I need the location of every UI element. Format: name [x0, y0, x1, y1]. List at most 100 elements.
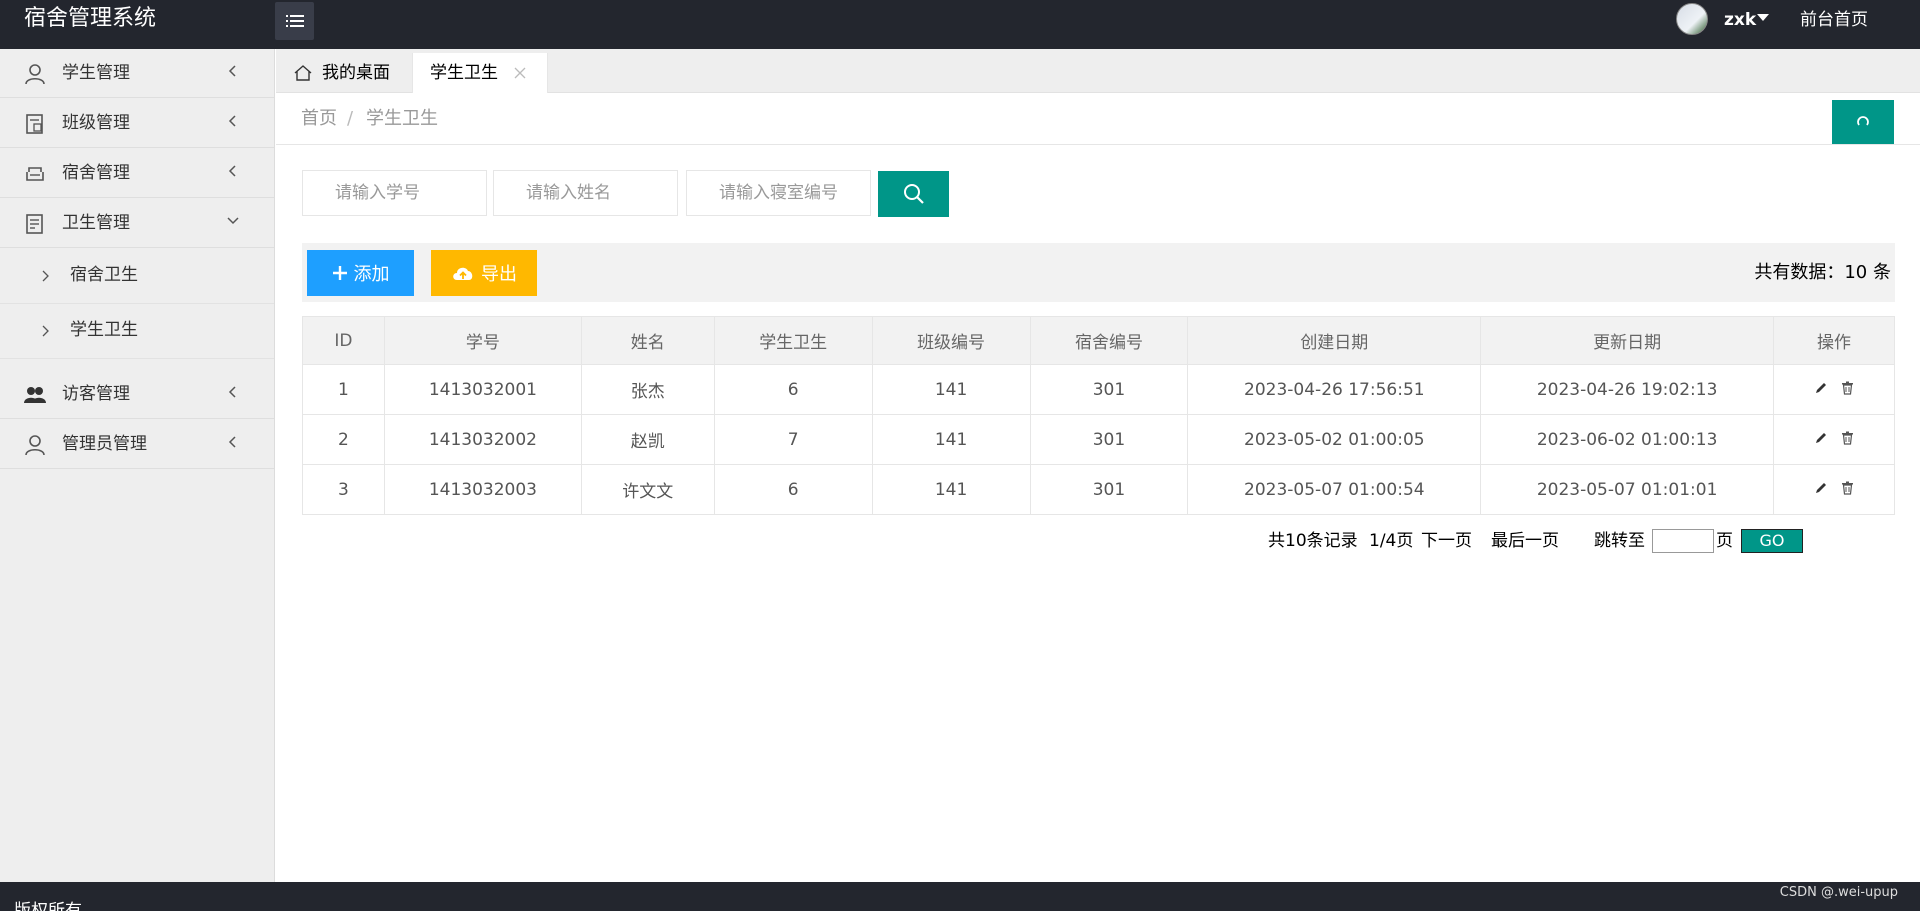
sidebar-subitem-label: 学生卫生 [70, 320, 138, 340]
table-cell: 141 [871, 414, 1031, 465]
caret-down-icon[interactable] [1757, 14, 1769, 21]
column-header: ID [302, 316, 385, 365]
trash-icon[interactable] [1841, 430, 1854, 450]
sidebar-item-class[interactable]: 班级管理 [0, 99, 274, 148]
name-search-input[interactable] [493, 170, 678, 216]
app-title: 宿舍管理系统 [24, 6, 157, 31]
column-header: 班级编号 [871, 316, 1031, 365]
table-cell: 6 [713, 364, 873, 415]
sidebar-subitem-student-hygiene[interactable]: 学生卫生 [0, 304, 274, 359]
table-cell: 张杰 [580, 364, 715, 415]
room-search-input[interactable] [686, 170, 871, 216]
pagination-last-link[interactable]: 最后一页 [1491, 526, 1559, 556]
table-cell: 7 [713, 414, 873, 465]
sofa-icon [26, 167, 44, 181]
edit-icon[interactable] [1814, 380, 1828, 400]
pagination-jump-label: 跳转至 [1594, 531, 1645, 551]
search-button[interactable] [878, 171, 949, 217]
home-icon [294, 65, 312, 81]
chevron-right-icon [42, 270, 49, 282]
table-cell: 2023-05-07 01:00:54 [1187, 464, 1482, 515]
table-cell: 2023-05-07 01:01:01 [1480, 464, 1775, 515]
export-button[interactable]: 导出 [431, 250, 537, 296]
sidebar: 学生管理 班级管理 宿舍管理 卫生管理 宿舍卫生 学生卫生 访客管理 管理员管理 [0, 49, 275, 882]
row-actions [1773, 414, 1895, 465]
sidebar-item-hygiene[interactable]: 卫生管理 [0, 199, 274, 248]
sidebar-item-label: 宿舍管理 [62, 163, 130, 183]
watermark-credit: CSDN @.wei-upup [1779, 885, 1898, 900]
top-header: 宿舍管理系统 zxk 前台首页 [0, 0, 1920, 49]
table-header-row: ID 学号 姓名 学生卫生 班级编号 宿舍编号 创建日期 更新日期 操作 [302, 316, 1895, 365]
add-button-label: 添加 [353, 264, 390, 285]
pagination-page-unit: 页 [1716, 531, 1733, 551]
table-cell: 3 [302, 464, 385, 515]
tab-label: 我的桌面 [322, 63, 390, 83]
sidebar-item-dorm[interactable]: 宿舍管理 [0, 149, 274, 198]
class-icon [26, 114, 43, 134]
student-id-search-input[interactable] [302, 170, 487, 216]
table-cell: 1 [302, 364, 385, 415]
tab-bar: 我的桌面 学生卫生 [276, 49, 1920, 93]
front-page-link[interactable]: 前台首页 [1800, 0, 1868, 40]
table-cell: 2023-04-26 17:56:51 [1187, 364, 1482, 415]
go-button[interactable]: GO [1741, 529, 1803, 553]
total-count: 共有数据：10 条 [1754, 262, 1891, 283]
pagination-next-link[interactable]: 下一页 [1421, 526, 1472, 556]
pagination-total: 共10条记录 [1268, 531, 1358, 551]
user-icon [25, 64, 45, 85]
breadcrumb-separator: / [347, 108, 354, 129]
row-actions [1773, 364, 1895, 415]
sidebar-item-visitor[interactable]: 访客管理 [0, 370, 274, 419]
table-cell: 2023-06-02 01:00:13 [1480, 414, 1775, 465]
chevron-left-icon [228, 115, 236, 127]
chevron-right-icon [42, 325, 49, 337]
table-cell: 301 [1029, 414, 1189, 465]
close-icon[interactable] [513, 66, 527, 80]
breadcrumb-current: 学生卫生 [366, 108, 438, 129]
refresh-icon [1857, 116, 1869, 126]
menu-icon [285, 15, 304, 27]
sidebar-item-label: 管理员管理 [62, 434, 147, 454]
table-cell: 6 [713, 464, 873, 515]
chevron-left-icon [228, 386, 236, 398]
column-header: 学号 [383, 316, 582, 365]
refresh-button[interactable] [1832, 100, 1894, 144]
chevron-left-icon [228, 65, 236, 77]
export-button-label: 导出 [481, 264, 517, 285]
table-row: 2 1413032002 赵凯 7 141 301 2023-05-02 01:… [302, 414, 1895, 465]
copyright-text: 版权所有 [14, 901, 82, 921]
cloud-upload-icon [453, 267, 473, 280]
plus-icon [332, 266, 347, 280]
sidebar-item-student[interactable]: 学生管理 [0, 49, 274, 98]
table-row: 1 1413032001 张杰 6 141 301 2023-04-26 17:… [302, 364, 1895, 415]
breadcrumb: 首页 / 学生卫生 [276, 94, 1920, 145]
row-actions [1773, 464, 1895, 515]
table-cell: 赵凯 [580, 414, 715, 465]
edit-icon[interactable] [1814, 430, 1828, 450]
username[interactable]: zxk [1724, 0, 1756, 40]
tab-label: 学生卫生 [430, 63, 498, 83]
edit-icon[interactable] [1814, 480, 1828, 500]
page-jump-input[interactable] [1652, 529, 1714, 553]
table-row: 3 1413032003 许文文 6 141 301 2023-05-07 01… [302, 464, 1895, 515]
trash-icon[interactable] [1841, 480, 1854, 500]
sidebar-item-admin[interactable]: 管理员管理 [0, 420, 274, 469]
chevron-down-icon [227, 217, 239, 225]
table-cell: 2 [302, 414, 385, 465]
sidebar-subitem-dorm-hygiene[interactable]: 宿舍卫生 [0, 249, 274, 304]
table-cell: 1413032003 [383, 464, 582, 515]
tab-student-hygiene[interactable]: 学生卫生 [412, 53, 548, 93]
trash-icon[interactable] [1841, 380, 1854, 400]
footer: 版权所有 CSDN @.wei-upup [0, 882, 1920, 921]
add-button[interactable]: 添加 [307, 250, 414, 296]
breadcrumb-home[interactable]: 首页 [301, 94, 337, 144]
column-header: 宿舍编号 [1029, 316, 1189, 365]
avatar[interactable] [1676, 3, 1708, 35]
table-cell: 301 [1029, 364, 1189, 415]
table-cell: 2023-05-02 01:00:05 [1187, 414, 1482, 465]
sidebar-item-label: 班级管理 [62, 113, 130, 133]
tab-my-desktop[interactable]: 我的桌面 [290, 53, 400, 93]
pagination-page: 1/4页 [1369, 531, 1414, 551]
column-header: 更新日期 [1480, 316, 1775, 365]
menu-toggle-button[interactable] [275, 2, 314, 40]
